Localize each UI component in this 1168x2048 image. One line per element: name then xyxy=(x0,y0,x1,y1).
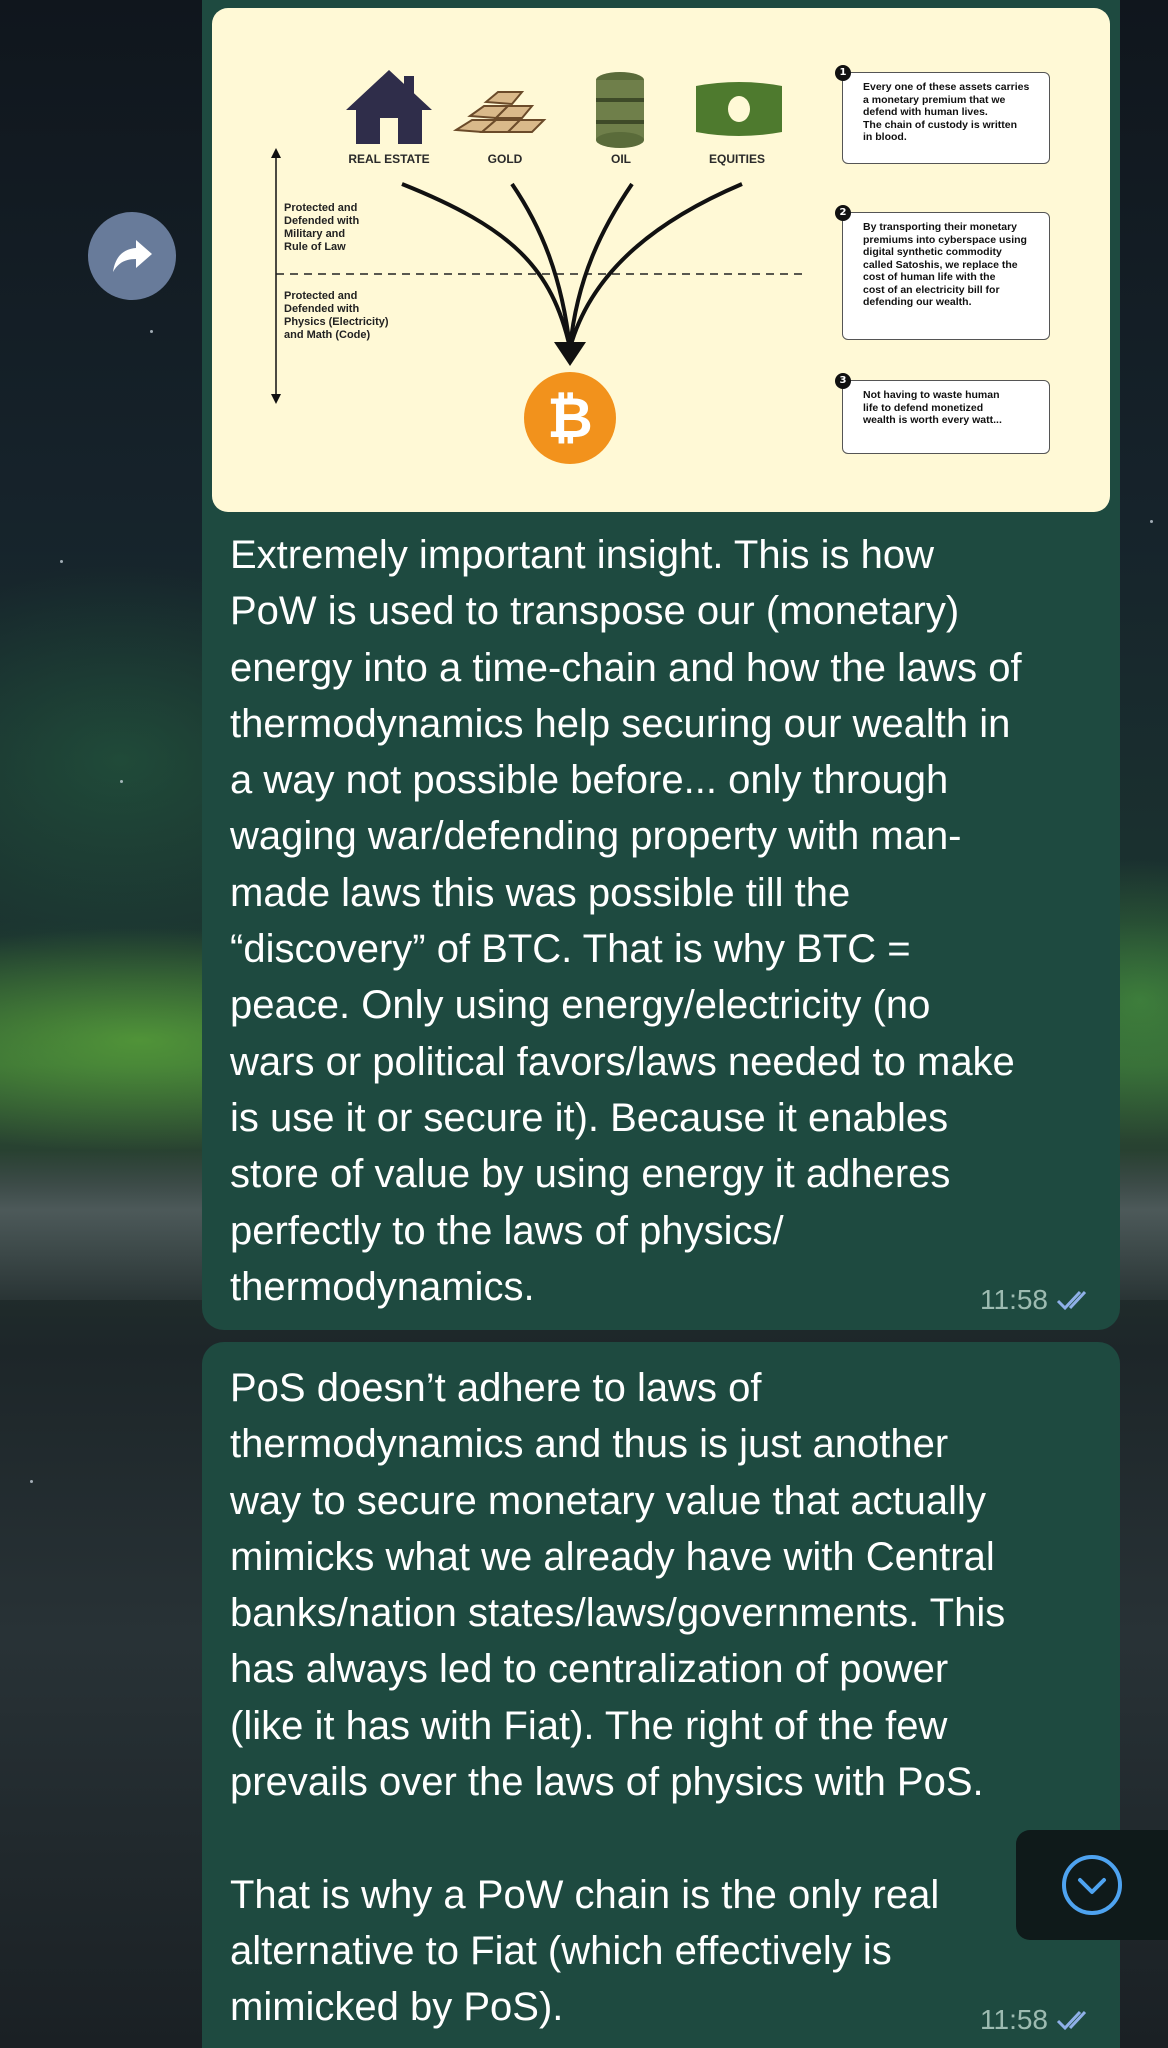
note-text: Every one of these assets carries a mone… xyxy=(863,81,1030,143)
message-bubble[interactable]: PoS doesn’t adhere to laws of thermodyna… xyxy=(202,1342,1120,2048)
side-label-top: Protected and Defended with Military and… xyxy=(284,202,360,253)
star xyxy=(30,1480,33,1483)
message-meta: 11:58 xyxy=(980,2004,1094,2036)
star xyxy=(60,560,63,563)
side-label-bottom: Protected and Defended with Physics (Ele… xyxy=(284,290,389,341)
double-check-icon xyxy=(1056,1290,1087,1311)
note-box-3: 3 Not having to waste human life to defe… xyxy=(835,373,1050,454)
chevron-down-icon xyxy=(1062,1855,1122,1915)
star xyxy=(1150,520,1153,523)
message-time: 11:58 xyxy=(980,1284,1048,1315)
share-arrow-icon xyxy=(113,240,152,272)
message-text: PoS doesn’t adhere to laws of thermodyna… xyxy=(230,1366,1006,2030)
note-text: Not having to waste human life to defend… xyxy=(863,389,1002,426)
note-box-1: 1 Every one of these assets carries a mo… xyxy=(835,65,1050,164)
bitcoin-icon: ₿ xyxy=(524,372,616,464)
note-number: 1 xyxy=(835,65,851,81)
message-text: Extremely important insight. This is how… xyxy=(230,533,1022,1309)
infographic-image[interactable]: REAL ESTATE GOLD OIL EQUITIES Protected … xyxy=(212,8,1110,512)
note-number: 2 xyxy=(835,205,851,221)
forward-button[interactable] xyxy=(88,212,176,300)
message-meta: 11:58 xyxy=(980,1284,1094,1316)
message-time: 11:58 xyxy=(980,2004,1048,2035)
double-check-icon xyxy=(1056,2010,1087,2031)
star xyxy=(150,330,153,333)
note-box-2: 2 By transporting their monetary premium… xyxy=(835,205,1050,340)
message-bubble[interactable]: REAL ESTATE GOLD OIL EQUITIES Protected … xyxy=(202,0,1120,1330)
note-text: By transporting their monetary premiums … xyxy=(863,221,1027,308)
bitcoin-symbol: ₿ xyxy=(547,386,593,451)
scroll-down-button[interactable] xyxy=(1016,1830,1168,1940)
note-number: 3 xyxy=(835,373,851,389)
star xyxy=(120,780,123,783)
